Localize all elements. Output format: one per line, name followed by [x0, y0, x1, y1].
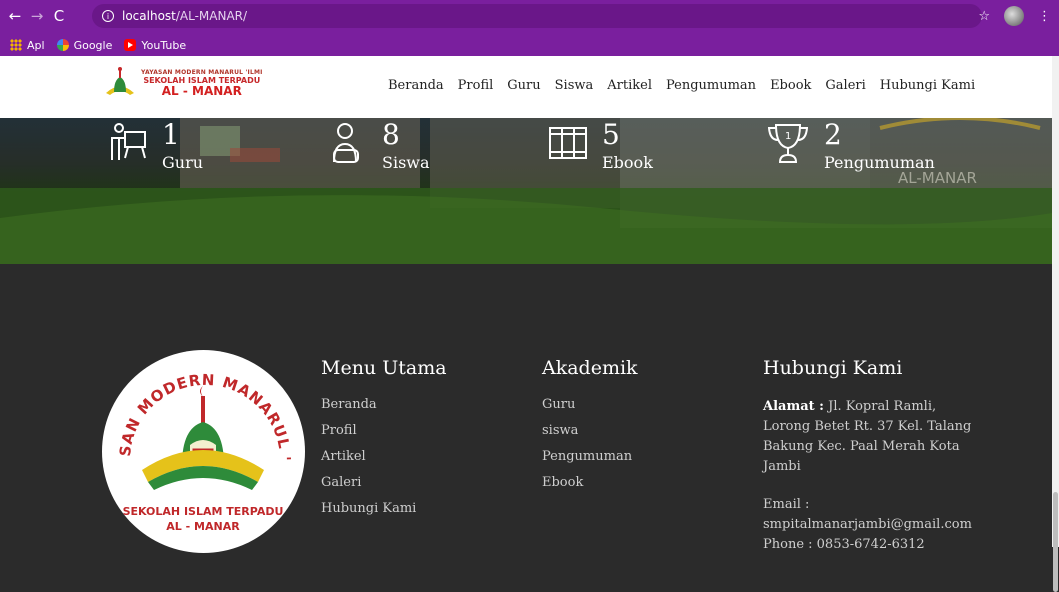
- nav-pengumuman[interactable]: Pengumuman: [666, 78, 756, 93]
- footer-address: Alamat : Jl. Kopral Ramli, Lorong Betet …: [763, 397, 973, 477]
- footer-akademik: Akademik Guru siswa Pengumuman Ebook: [542, 357, 742, 501]
- url-path: /AL-MANAR/: [175, 9, 248, 23]
- logo-name-text: AL - MANAR: [161, 84, 242, 98]
- phone-text: Phone : 0853-6742-6312: [763, 537, 925, 552]
- info-icon[interactable]: i: [102, 10, 114, 22]
- site-header: YAYASAN MODERN MANARUL 'ILMI SEKOLAH ISL…: [0, 56, 1052, 118]
- svg-text:1: 1: [785, 131, 791, 142]
- footer-link-ebook[interactable]: Ebook: [542, 475, 742, 490]
- back-icon[interactable]: ←: [4, 5, 26, 27]
- book-icon: [549, 127, 587, 159]
- footer-logo-badge: YAYASAN MODERN MANARUL 'ILMI SEKOLAH ISL…: [102, 350, 305, 553]
- teacher-icon: [111, 123, 146, 160]
- nav-galeri[interactable]: Galeri: [825, 78, 865, 93]
- bookmark-youtube[interactable]: YouTube: [124, 39, 186, 52]
- counter-siswa: 8 Siswa: [382, 118, 430, 173]
- counter-pengumuman-label: Pengumuman: [824, 153, 935, 172]
- nav-guru[interactable]: Guru: [507, 78, 540, 93]
- nav-siswa[interactable]: Siswa: [555, 78, 594, 93]
- youtube-icon: [124, 39, 137, 51]
- footer-menu-utama-title: Menu Utama: [321, 357, 447, 379]
- nav-ebook[interactable]: Ebook: [770, 78, 811, 93]
- footer-link-pengumuman[interactable]: Pengumuman: [542, 449, 742, 464]
- url-host: localhost: [122, 9, 176, 23]
- footer-link-hubungi-kami[interactable]: Hubungi Kami: [321, 501, 521, 516]
- counter-guru-value: 1: [162, 118, 180, 151]
- nav-artikel[interactable]: Artikel: [607, 78, 652, 93]
- counter-siswa-value: 8: [382, 118, 400, 151]
- seal-name-text: AL - MANAR: [166, 520, 240, 533]
- footer-link-galeri[interactable]: Galeri: [321, 475, 521, 490]
- reload-icon[interactable]: C: [48, 5, 70, 27]
- counter-guru-label: Guru: [162, 153, 204, 172]
- star-icon[interactable]: ☆: [978, 9, 990, 24]
- menu-dots-icon[interactable]: ⋮: [1038, 9, 1051, 24]
- foundation-seal-icon: YAYASAN MODERN MANARUL 'ILMI SEKOLAH ISL…: [102, 350, 293, 533]
- bookmark-apps[interactable]: Apl: [10, 39, 45, 52]
- mosque-logo-icon: [106, 67, 134, 95]
- counter-siswa-label: Siswa: [382, 153, 430, 172]
- stats-banner: AL-MANAR 1 Guru 8 Siswa 5 Ebook 1 2 Peng…: [0, 118, 1052, 264]
- bookmarks-bar: Apl Google YouTube: [0, 34, 1059, 56]
- profile-avatar[interactable]: [1004, 6, 1024, 26]
- google-icon: [56, 39, 69, 51]
- counter-ebook-value: 5: [602, 118, 620, 151]
- footer-email-block: Email : smpitalmanarjambi@gmail.com Phon…: [763, 495, 973, 555]
- counter-ebook: 5 Ebook: [602, 118, 653, 173]
- nav-beranda[interactable]: Beranda: [388, 78, 444, 93]
- footer-hubungi-kami: Hubungi Kami Alamat : Jl. Kopral Ramli, …: [763, 357, 973, 555]
- footer-link-siswa[interactable]: siswa: [542, 423, 742, 438]
- seal-school-text: SEKOLAH ISLAM TERPADU: [123, 505, 284, 518]
- scroll-thumb[interactable]: [1053, 492, 1058, 592]
- main-nav: Beranda Profil Guru Siswa Artikel Pengum…: [388, 78, 975, 93]
- counter-guru: 1 Guru: [162, 118, 204, 173]
- apps-icon: [10, 39, 22, 51]
- email-text[interactable]: smpitalmanarjambi@gmail.com: [763, 515, 973, 535]
- nav-profil[interactable]: Profil: [458, 78, 494, 93]
- trophy-icon: 1: [768, 124, 808, 163]
- footer-link-guru[interactable]: Guru: [542, 397, 742, 412]
- counter-ebook-label: Ebook: [602, 153, 653, 172]
- footer-menu-utama: Menu Utama Beranda Profil Artikel Galeri…: [321, 357, 521, 527]
- nav-hubungi-kami[interactable]: Hubungi Kami: [880, 78, 975, 93]
- email-label: Email :: [763, 497, 810, 512]
- footer-link-profil[interactable]: Profil: [321, 423, 521, 438]
- footer-akademik-title: Akademik: [542, 357, 638, 379]
- footer-hubungi-title: Hubungi Kami: [763, 357, 903, 379]
- counter-pengumuman-value: 2: [824, 118, 842, 151]
- counter-pengumuman: 2 Pengumuman: [824, 118, 935, 173]
- site-logo[interactable]: YAYASAN MODERN MANARUL 'ILMI SEKOLAH ISL…: [103, 66, 263, 100]
- address-bar[interactable]: i localhost/AL-MANAR/: [92, 4, 982, 28]
- page-scrollbar[interactable]: [1052, 56, 1059, 592]
- logo-foundation-text: YAYASAN MODERN MANARUL 'ILMI: [141, 69, 263, 76]
- address-label: Alamat :: [763, 399, 824, 414]
- footer-link-beranda[interactable]: Beranda: [321, 397, 521, 412]
- student-icon: [333, 123, 359, 163]
- bookmark-google[interactable]: Google: [56, 39, 112, 52]
- address-row: ← → C i localhost/AL-MANAR/ ☆ ⋮: [0, 4, 1059, 28]
- footer-link-artikel[interactable]: Artikel: [321, 449, 521, 464]
- forward-icon[interactable]: →: [26, 5, 48, 27]
